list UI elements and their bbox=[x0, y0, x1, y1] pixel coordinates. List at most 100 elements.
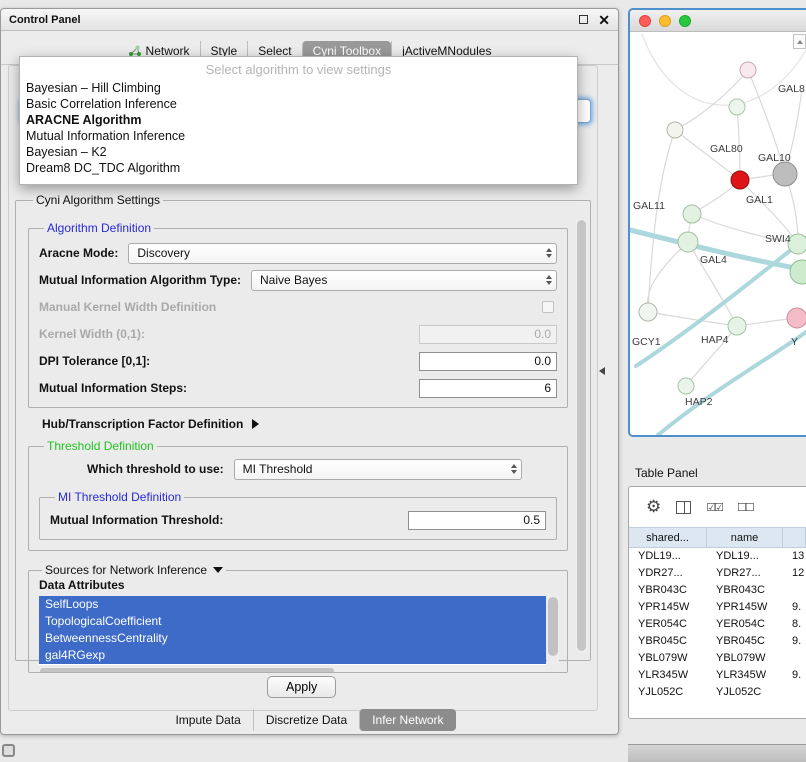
hub-definition-expander[interactable]: Hub/Transcription Factor Definition bbox=[42, 417, 568, 431]
columns-icon[interactable] bbox=[676, 501, 691, 514]
splitter-collapse-arrow[interactable] bbox=[599, 367, 605, 375]
tab-discretize-data[interactable]: Discretize Data bbox=[253, 709, 359, 731]
dropdown-item[interactable]: Mutual Information Inference bbox=[20, 128, 577, 144]
network-canvas[interactable]: GAL80GAL10GAL11GAL1SWI4GAL4GCY1HAP4HAP2G… bbox=[630, 32, 806, 435]
table-row[interactable]: YBR045CYBR045C9. bbox=[629, 633, 806, 650]
table-cell: YER054C bbox=[707, 616, 783, 633]
aracne-mode-combobox[interactable]: Discovery bbox=[128, 243, 557, 264]
settings-scrollbar[interactable] bbox=[576, 219, 587, 652]
table-cell: YDR27... bbox=[707, 565, 783, 582]
table-row[interactable]: YBR043CYBR043C bbox=[629, 582, 806, 599]
column-header-extra[interactable] bbox=[783, 528, 806, 547]
algorithm-definition-legend: Algorithm Definition bbox=[44, 221, 154, 235]
attribute-item[interactable]: TopologicalCoefficient bbox=[39, 613, 546, 630]
zoom-traffic-light-icon[interactable] bbox=[679, 15, 691, 27]
list-horizontal-scrollbar[interactable] bbox=[39, 667, 546, 673]
network-node[interactable] bbox=[787, 308, 806, 328]
which-threshold-label: Which threshold to use: bbox=[87, 462, 224, 476]
close-icon[interactable]: ✕ bbox=[598, 15, 610, 25]
minimize-traffic-light-icon[interactable] bbox=[659, 15, 671, 27]
table-cell: YPR145W bbox=[629, 599, 707, 616]
table-row[interactable]: YER054CYER054C8. bbox=[629, 616, 806, 633]
network-node[interactable] bbox=[773, 162, 797, 186]
table-cell: 9. bbox=[783, 633, 806, 650]
attribute-item[interactable]: gal4RGexp bbox=[39, 647, 546, 664]
table-body: YDL19...YDL19...13YDR27...YDR27...12YBR0… bbox=[629, 548, 806, 701]
dropdown-item[interactable]: Bayesian – K2 bbox=[20, 144, 577, 160]
data-attributes-list[interactable]: SelfLoopsTopologicalCoefficientBetweenne… bbox=[39, 596, 546, 665]
network-edge[interactable] bbox=[647, 242, 688, 312]
table-cell: YLR345W bbox=[707, 667, 783, 684]
network-node[interactable] bbox=[639, 303, 657, 321]
node-label: GAL8 bbox=[778, 83, 805, 95]
manual-kernel-label: Manual Kernel Width Definition bbox=[39, 300, 216, 314]
dropdown-item[interactable]: Dream8 DC_TDC Algorithm bbox=[20, 160, 577, 176]
attribute-item[interactable]: BetweennessCentrality bbox=[39, 630, 546, 647]
network-node[interactable] bbox=[728, 317, 746, 335]
table-row[interactable]: YJL052CYJL052C bbox=[629, 684, 806, 701]
dpi-tolerance-field[interactable]: 0.0 bbox=[419, 352, 557, 371]
which-threshold-value: MI Threshold bbox=[243, 462, 507, 476]
table-row[interactable]: YDL19...YDL19...13 bbox=[629, 548, 806, 565]
mi-steps-field[interactable]: 6 bbox=[419, 379, 557, 398]
attribute-item[interactable]: SelfLoops bbox=[39, 596, 546, 613]
node-label: GAL1 bbox=[746, 194, 773, 206]
network-node[interactable] bbox=[683, 205, 701, 223]
network-node[interactable] bbox=[729, 99, 745, 115]
table-cell: YBR045C bbox=[629, 633, 707, 650]
tab-infer-network[interactable]: Infer Network bbox=[359, 709, 455, 731]
dropdown-item[interactable]: Bayesian – Hill Climbing bbox=[20, 80, 577, 96]
node-label: GAL80 bbox=[710, 143, 743, 155]
sources-group: Sources for Network Inference Data Attri… bbox=[28, 563, 568, 673]
column-header-name[interactable]: name bbox=[707, 528, 783, 547]
table-toolbar: ⚙ ☑☑ ☐☐ bbox=[629, 487, 806, 527]
dropdown-item-selected[interactable]: ARACNE Algorithm bbox=[20, 112, 577, 128]
float-window-icon[interactable] bbox=[579, 15, 588, 24]
network-node[interactable] bbox=[678, 232, 698, 252]
table-row[interactable]: YBL079WYBL079W bbox=[629, 650, 806, 667]
table-cell: YBL079W bbox=[707, 650, 783, 667]
mi-type-label: Mutual Information Algorithm Type: bbox=[39, 273, 241, 287]
select-all-icon[interactable]: ☑☑ bbox=[706, 501, 722, 514]
manual-kernel-checkbox[interactable] bbox=[542, 301, 554, 313]
apply-button[interactable]: Apply bbox=[267, 676, 336, 698]
scrollbar-thumb[interactable] bbox=[548, 597, 558, 656]
node-label: HAP4 bbox=[701, 334, 729, 346]
minimized-panel-icon[interactable] bbox=[2, 744, 15, 757]
network-window-titlebar[interactable] bbox=[630, 10, 806, 32]
network-node[interactable] bbox=[740, 62, 756, 78]
table-panel-title: Table Panel bbox=[635, 466, 698, 480]
network-node[interactable] bbox=[667, 122, 683, 138]
mi-type-combobox[interactable]: Naive Bayes bbox=[251, 270, 557, 291]
table-cell: YDL19... bbox=[707, 548, 783, 565]
table-row[interactable]: YLR345WYLR345W9. bbox=[629, 667, 806, 684]
close-traffic-light-icon[interactable] bbox=[639, 15, 651, 27]
dropdown-item[interactable]: Basic Correlation Inference bbox=[20, 96, 577, 112]
table-cell: YBR043C bbox=[707, 582, 783, 599]
network-edge[interactable] bbox=[675, 130, 740, 180]
gear-icon[interactable]: ⚙ bbox=[646, 497, 661, 517]
scrollbar-up-arrow[interactable] bbox=[793, 34, 806, 49]
scrollbar-thumb[interactable] bbox=[577, 220, 586, 651]
table-row[interactable]: YDR27...YDR27...12 bbox=[629, 565, 806, 582]
mi-type-value: Naive Bayes bbox=[260, 273, 542, 287]
table-cell: YDR27... bbox=[629, 565, 707, 582]
column-header-shared-name[interactable]: shared... bbox=[629, 528, 707, 547]
tab-impute-data[interactable]: Impute Data bbox=[163, 709, 252, 731]
network-view-window: GAL80GAL10GAL11GAL1SWI4GAL4GCY1HAP4HAP2G… bbox=[628, 8, 806, 437]
deselect-all-icon[interactable]: ☐☐ bbox=[737, 501, 753, 514]
table-cell: 9. bbox=[783, 599, 806, 616]
mi-threshold-field[interactable]: 0.5 bbox=[408, 511, 546, 530]
hub-definition-label: Hub/Transcription Factor Definition bbox=[42, 417, 243, 431]
network-node[interactable] bbox=[788, 234, 806, 254]
list-vertical-scrollbar[interactable] bbox=[547, 596, 559, 665]
control-panel-titlebar[interactable]: Control Panel ✕ bbox=[1, 9, 618, 31]
network-node[interactable] bbox=[678, 378, 694, 394]
network-node[interactable] bbox=[790, 260, 806, 284]
scrollbar-thumb[interactable] bbox=[40, 668, 334, 673]
table-row[interactable]: YPR145WYPR145W9. bbox=[629, 599, 806, 616]
which-threshold-combobox[interactable]: MI Threshold bbox=[234, 459, 522, 480]
network-node[interactable] bbox=[731, 171, 749, 189]
sources-expander[interactable]: Sources for Network Inference bbox=[45, 563, 223, 577]
aracne-mode-value: Discovery bbox=[137, 246, 542, 260]
